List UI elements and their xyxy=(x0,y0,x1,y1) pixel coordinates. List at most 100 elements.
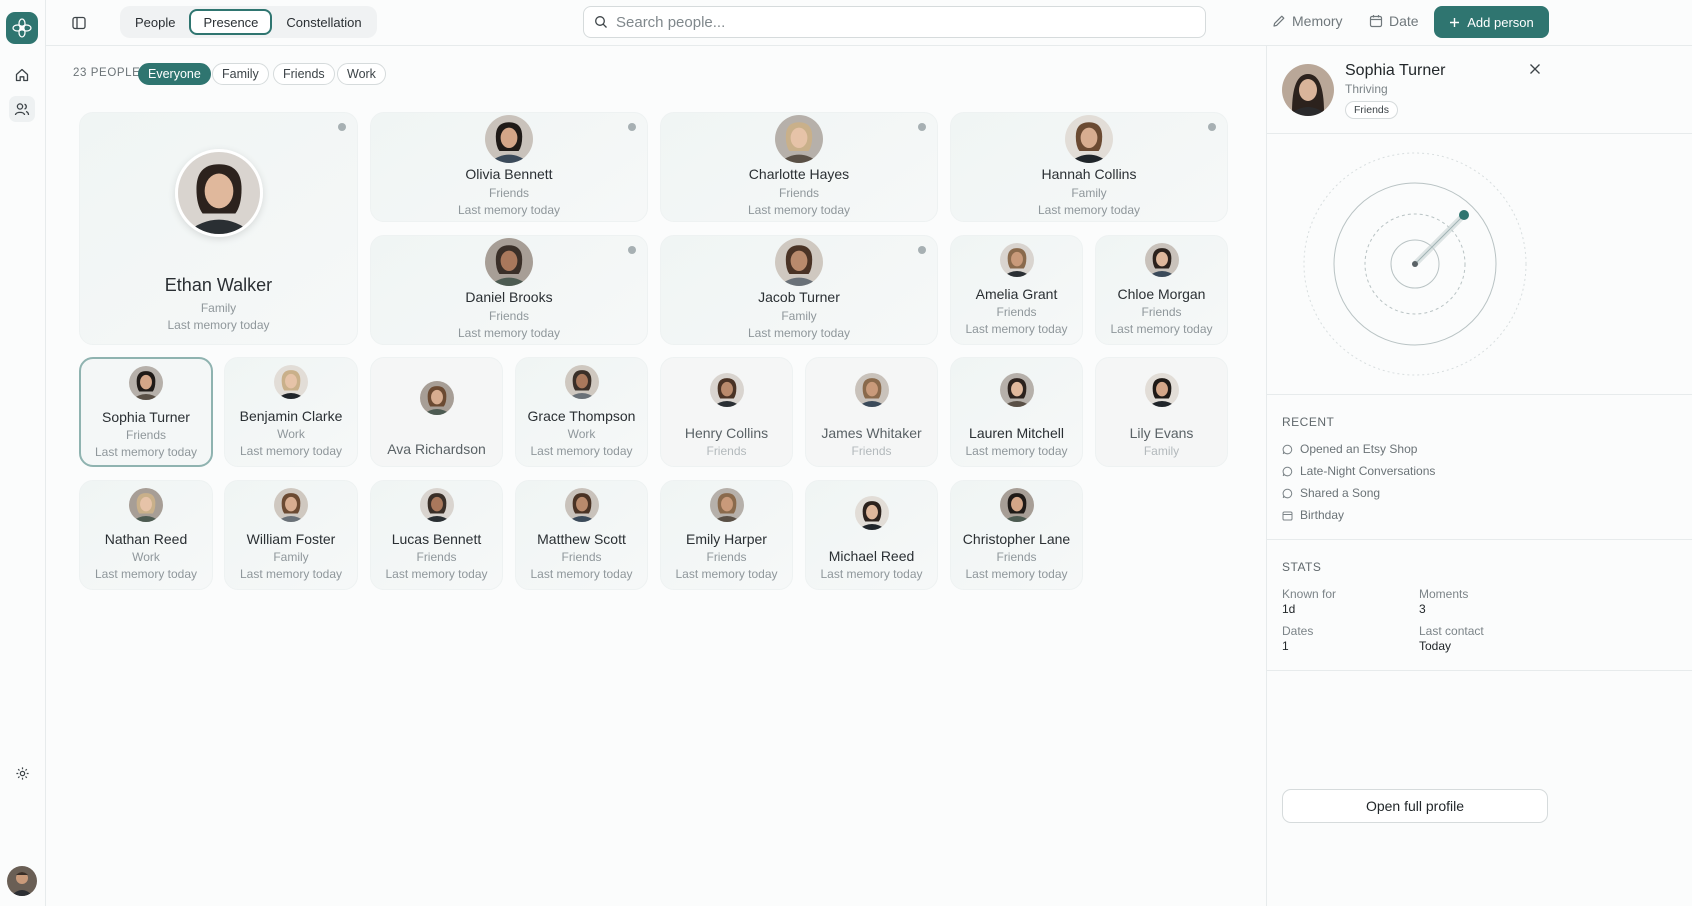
person-card[interactable]: Emily Harper Friends Last memory today xyxy=(660,480,793,590)
panel-avatar-image xyxy=(1282,64,1334,116)
memory-button[interactable]: Memory xyxy=(1272,13,1343,29)
person-card[interactable]: Amelia Grant Friends Last memory today xyxy=(950,235,1083,345)
person-card[interactable]: Jacob Turner Family Last memory today xyxy=(660,235,938,345)
person-group: Family xyxy=(200,301,237,315)
avatar-portrait xyxy=(129,366,163,400)
person-card[interactable]: Nathan Reed Work Last memory today xyxy=(79,480,213,590)
pencil-icon xyxy=(1273,15,1285,27)
person-group: Family xyxy=(273,550,309,564)
person-card[interactable]: Daniel Brooks Friends Last memory today xyxy=(370,235,648,345)
person-card[interactable]: James Whitaker Friends xyxy=(805,357,938,467)
person-card[interactable]: Lauren Mitchell Last memory today xyxy=(950,357,1083,467)
stat-known-value: 1d xyxy=(1282,602,1296,616)
recent-item[interactable]: Opened an Etsy Shop xyxy=(1282,442,1417,456)
people-nav-button[interactable] xyxy=(9,96,35,122)
person-avatar xyxy=(999,373,1034,407)
person-name: Nathan Reed xyxy=(104,531,188,547)
speech-bubble-icon xyxy=(1282,466,1293,476)
person-name: Chloe Morgan xyxy=(1117,286,1206,302)
search-input[interactable] xyxy=(616,13,1176,31)
person-name: Grace Thompson xyxy=(527,408,636,424)
person-card[interactable]: Lucas Bennett Friends Last memory today xyxy=(370,480,503,590)
close-panel-button[interactable] xyxy=(1529,62,1545,78)
filter-family[interactable]: Family xyxy=(212,63,269,85)
calendar-icon xyxy=(1282,511,1293,520)
presence-dot xyxy=(338,123,346,131)
home-nav-button[interactable] xyxy=(9,62,35,88)
divider xyxy=(1267,539,1692,540)
person-name: Michael Reed xyxy=(828,548,915,564)
person-card[interactable]: Lily Evans Family xyxy=(1095,357,1228,467)
person-name: Lily Evans xyxy=(1129,425,1194,441)
tab-presence[interactable]: Presence xyxy=(189,9,273,35)
avatar-portrait xyxy=(775,115,823,163)
person-card[interactable]: Chloe Morgan Friends Last memory today xyxy=(1095,235,1228,345)
add-person-label: Add person xyxy=(1467,14,1534,30)
person-avatar xyxy=(485,238,533,286)
speech-bubble-icon xyxy=(1282,444,1293,454)
person-group: Work xyxy=(132,550,160,564)
person-avatar xyxy=(709,373,744,407)
add-person-button[interactable]: Add person xyxy=(1434,6,1549,38)
person-name: Emily Harper xyxy=(686,531,767,547)
avatar-portrait xyxy=(485,115,533,163)
person-group: Friends xyxy=(778,186,819,200)
stat-moments-value: 3 xyxy=(1419,602,1426,616)
tab-people[interactable]: People xyxy=(123,9,187,35)
close-icon xyxy=(1530,64,1540,74)
person-avatar xyxy=(419,381,454,415)
last-memory: Last memory today xyxy=(457,203,561,217)
person-group: Family xyxy=(1071,186,1107,200)
person-card[interactable]: Christopher Lane Friends Last memory today xyxy=(950,480,1083,590)
search-icon xyxy=(595,16,607,28)
person-card[interactable]: Michael Reed Last memory today xyxy=(805,480,938,590)
person-avatar xyxy=(854,373,889,407)
sidebar-toggle-button[interactable] xyxy=(68,12,90,34)
person-name: Benjamin Clarke xyxy=(239,408,343,424)
center-point xyxy=(1412,261,1418,267)
last-memory: Last memory today xyxy=(820,567,923,581)
person-card[interactable]: Hannah Collins Family Last memory today xyxy=(950,112,1228,222)
person-avatar xyxy=(274,365,308,399)
person-name: Henry Collins xyxy=(684,425,769,441)
tab-constellation[interactable]: Constellation xyxy=(274,9,373,35)
filter-work[interactable]: Work xyxy=(337,63,386,85)
person-avatar xyxy=(1065,115,1113,163)
last-memory: Last memory today xyxy=(965,322,1068,336)
avatar-portrait xyxy=(485,238,533,286)
person-group: Friends xyxy=(996,550,1037,564)
person-card[interactable]: Matthew Scott Friends Last memory today xyxy=(515,480,648,590)
person-card[interactable]: Sophia Turner Friends Last memory today xyxy=(79,357,213,467)
person-card[interactable]: Henry Collins Friends xyxy=(660,357,793,467)
filter-everyone[interactable]: Everyone xyxy=(138,63,211,85)
filter-friends[interactable]: Friends xyxy=(273,63,335,85)
person-avatar xyxy=(129,366,163,400)
stat-moments-label: Moments xyxy=(1419,587,1469,601)
open-full-profile-button[interactable]: Open full profile xyxy=(1282,789,1548,823)
person-name: Daniel Brooks xyxy=(465,289,553,305)
person-card[interactable]: Ava Richardson xyxy=(370,357,503,467)
person-card[interactable]: Charlotte Hayes Friends Last memory today xyxy=(660,112,938,222)
person-card[interactable]: Grace Thompson Work Last memory today xyxy=(515,357,648,467)
person-name: Ava Richardson xyxy=(387,441,486,457)
recent-item[interactable]: Shared a Song xyxy=(1282,486,1380,500)
stat-known-label: Known for xyxy=(1282,587,1337,601)
recent-item[interactable]: Late-Night Conversations xyxy=(1282,464,1435,478)
person-card[interactable]: Ethan Walker Family Last memory today xyxy=(79,112,358,345)
last-memory: Last memory today xyxy=(530,444,633,458)
person-card[interactable]: Benjamin Clarke Work Last memory today xyxy=(224,357,358,467)
avatar-portrait xyxy=(274,488,308,522)
app-logo[interactable] xyxy=(6,12,38,44)
settings-button[interactable] xyxy=(9,760,35,786)
date-button[interactable]: Date xyxy=(1369,13,1419,29)
avatar-portrait xyxy=(999,488,1034,522)
person-card[interactable]: Olivia Bennett Friends Last memory today xyxy=(370,112,648,222)
panel-avatar xyxy=(1282,64,1334,116)
person-group: Work xyxy=(567,427,596,441)
avatar-portrait xyxy=(177,152,260,234)
presence-point xyxy=(1459,210,1469,220)
recent-item[interactable]: Birthday xyxy=(1282,508,1344,522)
person-card[interactable]: William Foster Family Last memory today xyxy=(224,480,358,590)
user-avatar[interactable] xyxy=(7,866,37,896)
presence-dot xyxy=(628,246,636,254)
